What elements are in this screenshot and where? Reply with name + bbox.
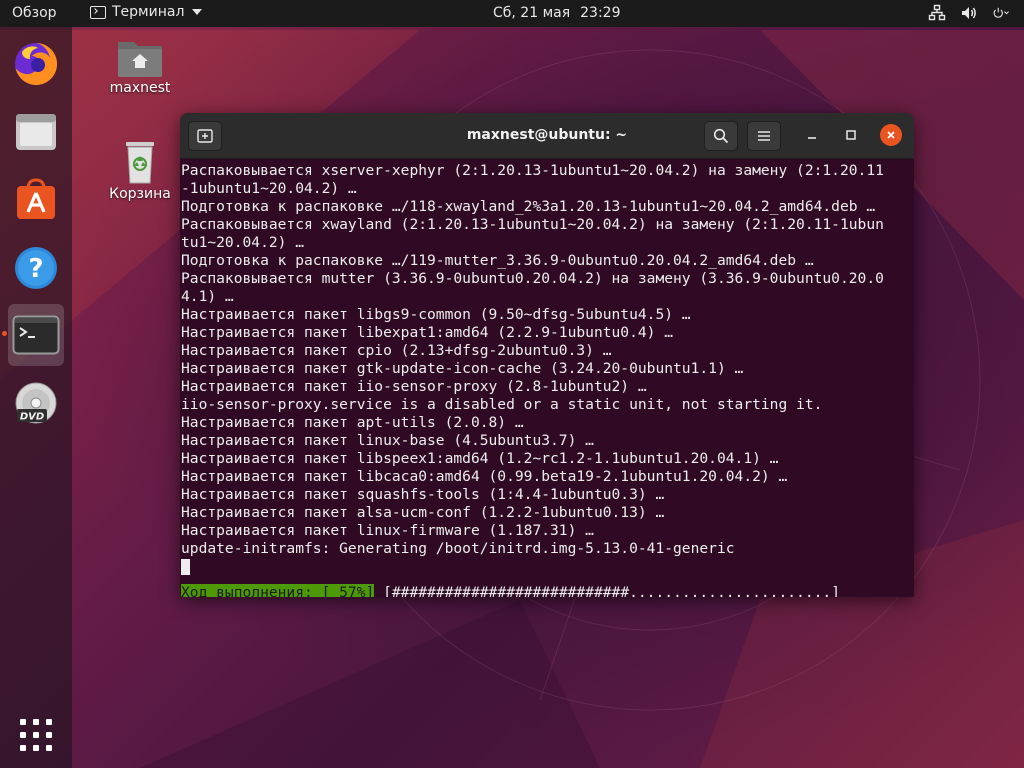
dock-item-software[interactable] xyxy=(8,172,64,228)
search-icon xyxy=(713,128,729,144)
minimize-button[interactable] xyxy=(801,124,823,146)
terminal-icon xyxy=(12,315,60,355)
terminal-line: Настраивается пакет gtk-update-icon-cach… xyxy=(181,360,744,377)
software-icon xyxy=(17,178,55,219)
terminal-output[interactable]: Распаковывается xserver-xephyr (2:1.20.1… xyxy=(180,162,903,597)
search-button[interactable] xyxy=(704,121,738,151)
terminal-line: update-initramfs: Generating /boot/initr… xyxy=(181,540,735,557)
terminal-line: Настраивается пакет alsa-ucm-conf (1.2.2… xyxy=(181,504,665,521)
dock-item-help[interactable]: ? xyxy=(8,240,64,296)
terminal-line: Настраивается пакет libgs9-common (9.50~… xyxy=(181,306,691,323)
dock-item-show-apps[interactable] xyxy=(8,707,64,763)
terminal-line: Настраивается пакет iio-sensor-proxy (2.… xyxy=(181,378,647,395)
text-cursor xyxy=(181,559,190,575)
terminal-line: Настраивается пакет squashfs-tools (1:4.… xyxy=(181,486,665,503)
hamburger-icon xyxy=(758,131,770,141)
terminal-line: Подготовка к распаковке …/119-mutter_3.3… xyxy=(181,252,814,269)
menu-button[interactable] xyxy=(747,121,781,151)
terminal-line: Настраивается пакет cpio (2.13+dfsg-2ubu… xyxy=(181,342,612,359)
desktop-home-folder[interactable]: maxnest xyxy=(108,36,172,96)
terminal-line: Распаковывается xserver-xephyr (2:1.20.1… xyxy=(181,162,884,179)
terminal-line: iio-sensor-proxy.service is a disabled o… xyxy=(181,396,823,413)
system-tray[interactable] xyxy=(928,4,1010,22)
svg-text:?: ? xyxy=(28,254,43,284)
desktop-home-label: maxnest xyxy=(109,80,171,96)
terminal-line: tu1~20.04.2) … xyxy=(181,234,305,251)
volume-icon[interactable] xyxy=(960,4,978,22)
terminal-line: -1ubuntu1~20.04.2) … xyxy=(181,180,357,197)
clock-date: Сб, 21 мая xyxy=(493,5,571,21)
terminal-window[interactable]: maxnest@ubuntu: ~ Распаковывается xserve… xyxy=(180,113,914,597)
minimize-icon xyxy=(808,137,816,139)
dock: ? DVD xyxy=(0,27,72,768)
trash-icon xyxy=(126,142,154,184)
terminal-line: Настраивается пакет apt-utils (2.0.8) … xyxy=(181,414,524,431)
network-icon[interactable] xyxy=(928,4,946,22)
terminal-line: Распаковывается xwayland (2:1.20.13-1ubu… xyxy=(181,216,884,233)
cursor-line xyxy=(181,558,903,576)
dock-item-dvd[interactable]: DVD xyxy=(8,376,64,432)
dvd-icon: DVD xyxy=(15,382,57,424)
clock[interactable]: Сб, 21 мая 23:29 xyxy=(493,5,621,21)
terminal-line: Настраивается пакет libexpat1:amd64 (2.2… xyxy=(181,324,674,341)
progress-line: Ход выполнения: [ 57%] [################… xyxy=(181,584,903,597)
svg-text:DVD: DVD xyxy=(20,412,44,423)
progress-bar-text: [###########################............… xyxy=(383,584,840,597)
terminal-line: 4.1) … xyxy=(181,288,234,305)
help-icon: ? xyxy=(15,247,57,289)
terminal-line: Подготовка к распаковке …/118-xwayland_2… xyxy=(181,198,876,215)
clock-time: 23:29 xyxy=(580,5,621,21)
terminal-line: Настраивается пакет linux-base (4.5ubunt… xyxy=(181,432,594,449)
activities-button[interactable]: Обзор xyxy=(12,5,57,21)
top-bar: Обзор Терминал Сб, 21 мая 23:29 xyxy=(0,0,1024,27)
desktop-trash-label: Корзина xyxy=(109,186,171,202)
files-icon xyxy=(16,114,56,150)
maximize-icon xyxy=(846,130,856,140)
running-indicator xyxy=(2,331,7,336)
dock-item-firefox[interactable] xyxy=(8,36,64,92)
chevron-down-icon xyxy=(192,9,203,15)
terminal-line: Настраивается пакет libcaca0:amd64 (0.99… xyxy=(181,468,788,485)
progress-label: Ход выполнения: [ 57%] xyxy=(181,584,375,597)
terminal-line: Распаковывается mutter (3.36.9-0ubuntu0.… xyxy=(181,270,884,287)
close-icon xyxy=(887,131,895,139)
terminal-line: Настраивается пакет linux-firmware (1.18… xyxy=(181,522,594,539)
maximize-button[interactable] xyxy=(840,124,862,146)
firefox-icon xyxy=(15,42,58,85)
terminal-line: Настраивается пакет libspeex1:amd64 (1.2… xyxy=(181,450,779,467)
terminal-titlebar[interactable]: maxnest@ubuntu: ~ xyxy=(180,113,914,159)
app-menu[interactable]: Терминал xyxy=(90,4,203,20)
close-button[interactable] xyxy=(880,124,902,146)
app-menu-label: Терминал xyxy=(112,4,185,20)
desktop-trash[interactable]: Корзина xyxy=(108,138,172,202)
home-folder-icon xyxy=(118,42,162,77)
app-grid-icon xyxy=(20,719,52,751)
terminal-small-icon xyxy=(90,5,106,19)
dock-item-terminal[interactable] xyxy=(8,304,64,366)
dock-item-files[interactable] xyxy=(8,104,64,160)
power-icon[interactable] xyxy=(992,4,1010,22)
